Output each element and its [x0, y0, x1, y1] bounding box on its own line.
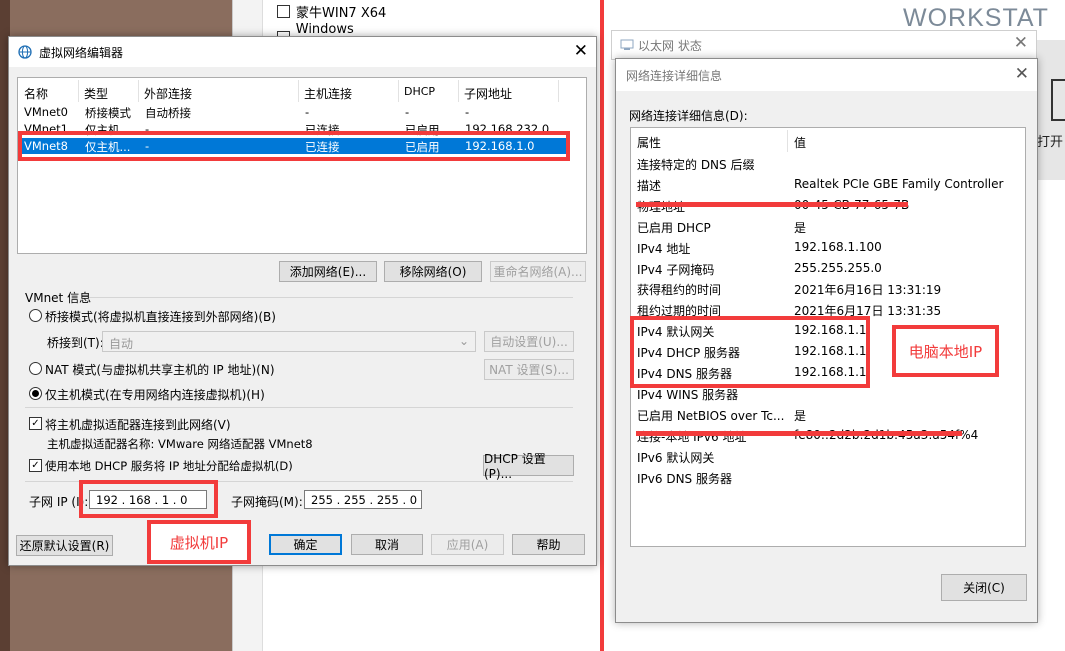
detail-value: 192.168.1.100: [794, 239, 882, 254]
help-button[interactable]: 帮助: [512, 534, 585, 555]
checkbox-icon[interactable]: [277, 5, 290, 18]
column-divider: [298, 80, 299, 102]
bridged-to-label: 桥接到(T):: [47, 336, 104, 350]
use-dhcp-checkbox[interactable]: ✓: [29, 459, 42, 472]
detail-value: 2021年6月16日 13:31:19: [794, 283, 942, 298]
group-divider: [89, 297, 573, 298]
detail-property: 已启用 NetBIOS over Tc...: [637, 408, 785, 423]
open-vm-icon[interactable]: [1051, 79, 1065, 121]
connect-adapter-label[interactable]: 将主机虚拟适配器连接到此网络(V): [45, 416, 231, 433]
chevron-down-icon: ⌄: [458, 334, 469, 348]
column-header-dhcp[interactable]: DHCP: [404, 85, 435, 98]
bridge-mode-radio[interactable]: [29, 309, 42, 322]
annotation-subnet-ip-highlight: [79, 480, 218, 518]
detail-property: 连接特定的 DNS 后缀: [637, 158, 755, 172]
use-dhcp-label[interactable]: 使用本地 DHCP 服务将 IP 地址分配给虚拟机(D): [45, 458, 293, 474]
details-label: 网络连接详细信息(D):: [629, 109, 748, 123]
annotation-vmnet8-highlight: [18, 131, 570, 161]
column-divider: [398, 80, 399, 102]
nat-settings-button[interactable]: NAT 设置(S)...: [484, 359, 574, 380]
column-divider: [78, 80, 79, 102]
column-divider: [458, 80, 459, 102]
host-only-radio[interactable]: [29, 387, 42, 400]
detail-value: 是: [794, 408, 807, 423]
divider: [25, 407, 573, 408]
open-label[interactable]: 打开: [1037, 131, 1063, 150]
close-icon[interactable]: ✕: [1014, 33, 1028, 53]
annotation-host-ip-label: 电脑本地IP: [892, 325, 999, 377]
auto-settings-button[interactable]: 自动设置(U)...: [484, 331, 574, 352]
close-icon[interactable]: ✕: [1015, 64, 1029, 84]
restore-defaults-button[interactable]: 还原默认设置(R): [16, 535, 113, 556]
network-table: 名称 类型 外部连接 主机连接 DHCP 子网地址 VMnet0 桥接模式 自动…: [17, 77, 587, 254]
column-header-external[interactable]: 外部连接: [144, 85, 192, 102]
network-adapter-icon: [620, 39, 634, 50]
subnet-mask-input[interactable]: 255 . 255 . 255 . 0: [304, 490, 422, 509]
close-button[interactable]: 关闭(C): [941, 574, 1027, 601]
column-header-value[interactable]: 值: [794, 134, 806, 151]
column-header-property[interactable]: 属性: [637, 134, 661, 151]
adapter-name-label: 主机虚拟适配器名称: VMware 网络适配器 VMnet8: [47, 437, 313, 451]
detail-property: 获得租约的时间: [637, 283, 722, 298]
detail-property: IPv4 子网掩码: [637, 262, 715, 277]
ethernet-status-window: 以太网 状态 ✕: [611, 30, 1037, 60]
column-header-name[interactable]: 名称: [24, 85, 48, 102]
ok-button[interactable]: 确定: [269, 534, 342, 555]
bridge-mode-label[interactable]: 桥接模式(将虚拟机直接连接到外部网络)(B): [45, 308, 276, 325]
annotation-strike-mac: [636, 202, 908, 207]
detail-property: IPv4 WINS 服务器: [637, 387, 739, 402]
detail-property: 已启用 DHCP: [637, 220, 711, 235]
network-globe-icon: [18, 45, 32, 59]
column-header-subnet[interactable]: 子网地址: [464, 85, 512, 102]
annotation-divider: [600, 0, 604, 651]
nat-mode-radio[interactable]: [29, 362, 42, 375]
column-header-type[interactable]: 类型: [84, 85, 108, 102]
annotation-gateway-highlight: [630, 316, 870, 388]
add-network-button[interactable]: 添加网络(E)...: [279, 261, 377, 282]
annotation-vm-ip-label: 虚拟机IP: [147, 520, 251, 564]
detail-value: Realtek PCIe GBE Family Controller: [794, 176, 1004, 191]
column-divider: [138, 80, 139, 102]
detail-property: IPv4 地址: [637, 241, 691, 256]
bridged-to-select[interactable]: 自动 ⌄: [102, 331, 476, 352]
host-only-label[interactable]: 仅主机模式(在专用网络内连接虚拟机)(H): [45, 386, 265, 403]
close-icon[interactable]: ✕: [574, 41, 588, 61]
workstation-title: WORKSTAT: [903, 4, 1049, 32]
title-bar: 虚拟网络编辑器 ✕: [9, 37, 596, 67]
title-bar: 网络连接详细信息 ✕: [616, 59, 1037, 91]
column-header-host[interactable]: 主机连接: [304, 85, 352, 102]
detail-property: IPv6 默认网关: [637, 450, 715, 465]
detail-value: 是: [794, 220, 807, 235]
remove-network-button[interactable]: 移除网络(O): [384, 261, 482, 282]
detail-property: IPv6 DNS 服务器: [637, 471, 732, 486]
ethernet-status-title: 以太网 状态: [638, 39, 702, 53]
cancel-button[interactable]: 取消: [351, 534, 423, 555]
annotation-strike-ipv6: [636, 431, 962, 436]
tree-item-win7[interactable]: 蒙牛WIN7 X64: [277, 2, 386, 21]
subnet-mask-label: 子网掩码(M):: [231, 495, 303, 509]
dialog-title: 虚拟网络编辑器: [39, 45, 124, 60]
column-divider: [558, 80, 559, 102]
rename-network-button[interactable]: 重命名网络(A)...: [490, 261, 586, 282]
dhcp-settings-button[interactable]: DHCP 设置(P)...: [483, 452, 574, 481]
detail-property: 描述: [637, 178, 662, 193]
vmnet-info-heading: VMnet 信息: [25, 291, 92, 305]
detail-value: 255.255.255.0: [794, 260, 882, 275]
column-divider: [787, 130, 788, 152]
nat-mode-label[interactable]: NAT 模式(与虚拟机共享主机的 IP 地址)(N): [45, 361, 275, 378]
connect-adapter-checkbox[interactable]: ✓: [29, 417, 42, 430]
apply-button[interactable]: 应用(A): [431, 534, 504, 555]
dialog-title: 网络连接详细信息: [626, 68, 723, 83]
table-row[interactable]: VMnet0 桥接模式 自动桥接 - - -: [19, 104, 569, 120]
